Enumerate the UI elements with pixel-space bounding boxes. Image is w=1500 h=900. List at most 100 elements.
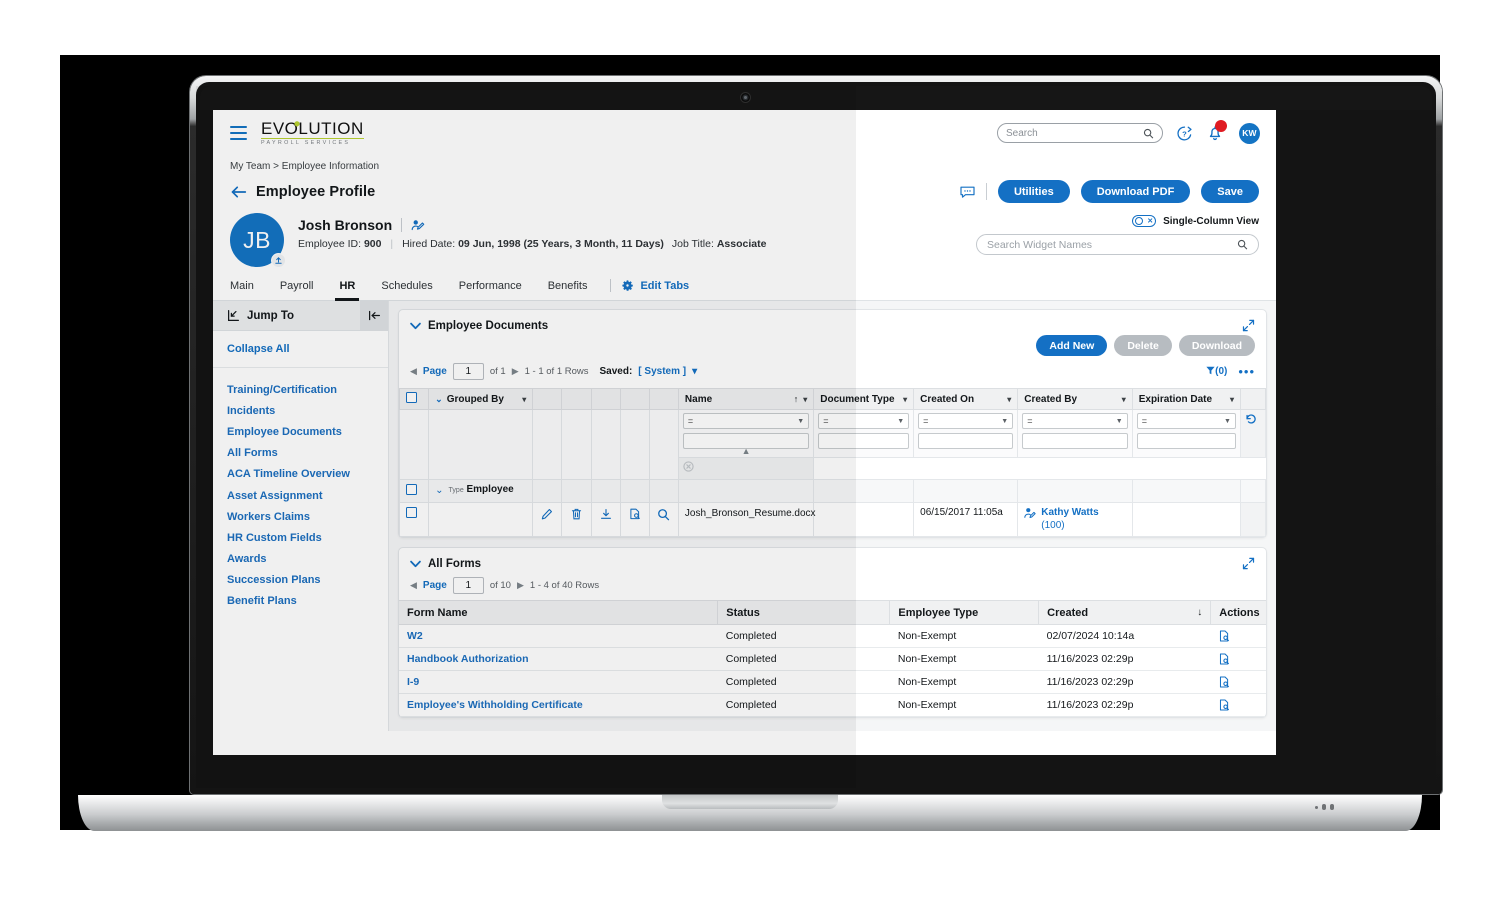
view-form-icon[interactable] <box>1219 676 1258 688</box>
preview-icon[interactable] <box>619 502 650 538</box>
status-header[interactable]: Status <box>717 600 891 626</box>
tab-payroll[interactable]: Payroll <box>267 280 327 300</box>
jump-item-employee-documents[interactable]: Employee Documents <box>213 421 388 442</box>
grouped-by-header[interactable]: ⌄ Grouped By ▾ <box>428 388 534 410</box>
edit-icon[interactable] <box>532 502 563 538</box>
breadcrumb[interactable]: My Team > Employee Information <box>213 156 1276 172</box>
name-filter-operator[interactable]: = ▼ <box>682 413 810 429</box>
download-button[interactable]: Download <box>1178 335 1255 356</box>
created-on-filter-operator[interactable]: = ▼ <box>918 413 1014 429</box>
chevron-down-icon[interactable]: ⌄ <box>435 485 443 496</box>
chevron-down-icon[interactable]: ▾ <box>1122 395 1126 404</box>
jump-item-training-certification[interactable]: Training/Certification <box>213 379 388 400</box>
group-select-cell[interactable] <box>398 479 430 504</box>
widget-search-input[interactable] <box>987 238 1237 251</box>
form-link[interactable]: I-9 <box>407 676 419 688</box>
tab-schedules[interactable]: Schedules <box>368 280 445 300</box>
edit-employee-icon[interactable] <box>411 219 425 232</box>
search-icon[interactable] <box>1143 128 1154 139</box>
expiration-date-header[interactable]: Expiration Date ▾ <box>1131 388 1241 410</box>
row-checkbox[interactable] <box>406 507 417 519</box>
hamburger-icon[interactable] <box>230 125 247 141</box>
delete-button[interactable]: Delete <box>1114 335 1172 356</box>
expand-widget-icon[interactable] <box>1242 557 1255 570</box>
tab-hr[interactable]: HR <box>326 280 368 301</box>
form-link[interactable]: W2 <box>407 630 423 642</box>
group-label-cell[interactable]: ⌄ Type Employee <box>428 479 534 504</box>
avatar[interactable]: KW <box>1239 122 1260 144</box>
collapse-all-button[interactable]: Collapse All <box>213 331 388 368</box>
tab-performance[interactable]: Performance <box>446 280 535 300</box>
next-page-icon[interactable]: ▶ <box>517 580 524 591</box>
search-input[interactable] <box>1006 127 1143 139</box>
chevron-down-icon[interactable]: ▾ <box>1230 395 1234 404</box>
jump-item-all-forms[interactable]: All Forms <box>213 443 388 464</box>
select-all-header[interactable] <box>398 388 430 410</box>
page-label[interactable]: Page <box>423 580 447 591</box>
back-arrow-icon[interactable] <box>230 185 247 199</box>
jump-item-hr-custom-fields[interactable]: HR Custom Fields <box>213 527 388 548</box>
expand-widget-icon[interactable] <box>1242 319 1255 332</box>
chevron-down-icon[interactable]: ▾ <box>1007 395 1011 404</box>
name-header[interactable]: Name ↑ ▾ <box>677 388 815 410</box>
created-on-filter-input[interactable] <box>918 433 1014 449</box>
select-all-checkbox[interactable] <box>406 392 417 403</box>
add-new-button[interactable]: Add New <box>1036 335 1108 356</box>
more-options-icon[interactable]: ••• <box>1238 365 1255 378</box>
download-pdf-button[interactable]: Download PDF <box>1080 180 1191 203</box>
sort-asc-icon[interactable]: ↑ <box>794 394 799 404</box>
help-circle-icon[interactable]: ? <box>1176 125 1193 142</box>
employee-type-header[interactable]: Employee Type <box>889 600 1040 626</box>
sort-desc-icon[interactable]: ↓ <box>1197 607 1202 618</box>
jump-item-awards[interactable]: Awards <box>213 549 388 570</box>
row-select-cell[interactable] <box>398 502 430 538</box>
group-checkbox[interactable] <box>406 484 417 496</box>
chevron-down-icon[interactable]: ▾ <box>522 395 526 404</box>
jump-item-benefit-plans[interactable]: Benefit Plans <box>213 591 388 612</box>
tab-main[interactable]: Main <box>230 280 267 300</box>
document-type-header[interactable]: Document Type ▾ <box>813 388 915 410</box>
jump-item-workers-claims[interactable]: Workers Claims <box>213 506 388 527</box>
jump-item-succession-plans[interactable]: Succession Plans <box>213 570 388 591</box>
form-link[interactable]: Employee's Withholding Certificate <box>407 699 583 711</box>
delete-icon[interactable] <box>561 502 592 538</box>
collapse-panel-icon[interactable] <box>360 300 388 331</box>
collapse-filter-handle[interactable]: ▲ <box>683 446 809 456</box>
save-button[interactable]: Save <box>1201 180 1259 203</box>
expiration-date-filter-operator[interactable]: = ▼ <box>1136 413 1236 429</box>
created-by-filter-operator[interactable]: = ▼ <box>1022 413 1128 429</box>
upload-photo-icon[interactable] <box>271 253 286 268</box>
document-type-filter-operator[interactable]: = ▼ <box>818 413 910 429</box>
next-page-icon[interactable]: ▶ <box>512 366 519 377</box>
chat-icon[interactable] <box>960 185 975 199</box>
saved-view-value[interactable]: [ System ] <box>638 366 686 377</box>
tab-benefits[interactable]: Benefits <box>535 280 601 300</box>
view-form-icon[interactable] <box>1219 699 1258 711</box>
prev-page-icon[interactable]: ◀ <box>410 366 417 377</box>
jump-item-aca-timeline-overview[interactable]: ACA Timeline Overview <box>213 464 388 485</box>
search-icon[interactable] <box>1237 239 1248 250</box>
created-by-name[interactable]: Kathy Watts <box>1041 507 1098 518</box>
created-by-header[interactable]: Created By ▾ <box>1017 388 1133 410</box>
form-name-header[interactable]: Form Name <box>399 600 719 626</box>
expiration-date-filter-input[interactable] <box>1136 433 1236 449</box>
page-label[interactable]: Page <box>423 366 447 377</box>
view-form-icon[interactable] <box>1219 630 1258 642</box>
bell-icon[interactable] <box>1206 120 1227 143</box>
employee-avatar[interactable]: JB <box>230 213 286 268</box>
clear-filter-icon[interactable] <box>683 461 809 473</box>
form-link[interactable]: Handbook Authorization <box>407 653 529 665</box>
view-form-icon[interactable] <box>1219 653 1258 665</box>
chevron-down-icon[interactable]: ▾ <box>692 366 697 377</box>
download-icon[interactable] <box>590 502 621 538</box>
edit-tabs-button[interactable]: Edit Tabs <box>621 279 689 300</box>
chevron-down-icon[interactable] <box>410 322 421 330</box>
created-by-filter-input[interactable] <box>1022 433 1128 449</box>
page-input[interactable] <box>452 363 484 380</box>
filter-icon[interactable]: (0) <box>1206 366 1227 377</box>
jump-item-incidents[interactable]: Incidents <box>213 400 388 421</box>
page-input[interactable] <box>452 577 484 595</box>
created-on-header[interactable]: Created On ▾ <box>913 388 1019 410</box>
global-search[interactable] <box>997 123 1163 143</box>
document-type-filter-input[interactable] <box>818 433 910 449</box>
